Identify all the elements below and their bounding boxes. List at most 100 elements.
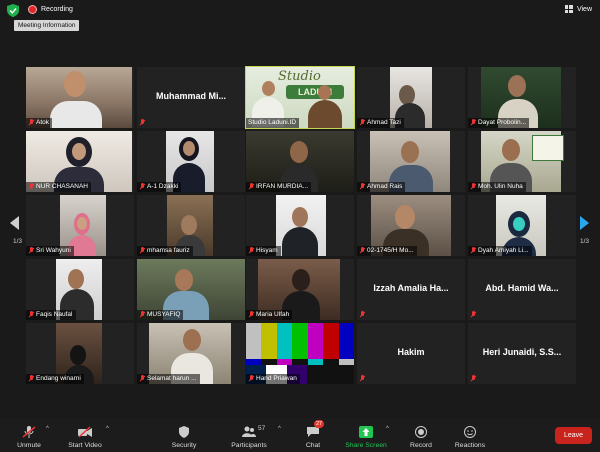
muted-mic-icon [470, 183, 476, 190]
participant-tile[interactable]: Abd. Hamid Wa... [468, 259, 576, 320]
meeting-toolbar: Unmute ^ Start Video ^ Security Particip… [0, 418, 600, 452]
recording-label: Recording [41, 6, 73, 13]
video-off-icon [78, 426, 92, 438]
chat-button[interactable]: 27 Chat [298, 418, 328, 452]
participants-icon [242, 426, 256, 437]
muted-mic-icon [248, 183, 254, 190]
participant-tile-active[interactable]: Studio LADUNI Studio Laduni.ID [245, 66, 355, 129]
unmute-button[interactable]: Unmute [10, 418, 48, 452]
security-shield-icon [179, 426, 189, 438]
participant-name: Hand Priawan [246, 374, 300, 384]
recording-indicator[interactable]: Recording [28, 5, 73, 14]
share-options-caret-icon[interactable]: ^ [386, 426, 389, 432]
muted-mic-icon [359, 247, 365, 254]
participant-name: NUR CHASANAH [26, 182, 92, 192]
participant-tile[interactable]: Selamat harun ... [137, 323, 245, 384]
reactions-button[interactable]: Reactions [450, 418, 490, 452]
participants-button[interactable]: Participants [224, 418, 274, 452]
participant-name: 02-1745/H Mo... [357, 246, 417, 256]
participant-name-placeholder: Muhammad Mi... [155, 91, 226, 101]
muted-mic-icon [28, 119, 34, 126]
shield-icon[interactable] [7, 4, 19, 17]
participant-tile[interactable]: Heri Junaidi, S.S... [468, 323, 576, 384]
participant-name: MUSYAFIQ [137, 310, 184, 320]
participant-name-placeholder: Abd. Hamid Wa... [485, 283, 559, 293]
participant-name [357, 374, 368, 384]
muted-mic-icon [248, 375, 254, 382]
participant-tile[interactable]: Hisyam [246, 195, 354, 256]
top-bar: Recording Meeting Information View [0, 0, 600, 31]
participant-tile[interactable]: Ahmad Tazi [357, 67, 465, 128]
participant-name [357, 310, 368, 320]
grid-view-icon [564, 5, 573, 13]
participant-tile[interactable]: Izzah Amalia Ha... [357, 259, 465, 320]
participant-tile[interactable]: IRFAN MURDIA... [246, 131, 354, 192]
participant-tile[interactable]: Dyah Amiyah Li... [468, 195, 576, 256]
page-indicator-right: 1/3 [579, 238, 589, 245]
participant-name [468, 374, 479, 384]
record-button[interactable]: Record [404, 418, 438, 452]
recording-dot-icon [28, 5, 37, 14]
participant-tile[interactable]: Dayat Probolin... [468, 67, 576, 128]
security-button[interactable]: Security [166, 418, 202, 452]
view-button[interactable]: View [564, 5, 592, 13]
muted-mic-icon [139, 119, 145, 126]
leave-button[interactable]: Leave [555, 427, 592, 444]
participant-name: Moh. Ulin Nuha [468, 182, 526, 192]
muted-mic-icon [139, 247, 145, 254]
participant-name: Dayat Probolin... [468, 118, 530, 128]
participant-tile[interactable]: mhamsa fauriz [137, 195, 245, 256]
participant-name-placeholder: Izzah Amalia Ha... [373, 283, 449, 293]
muted-mic-icon [28, 247, 34, 254]
chat-unread-badge: 27 [314, 420, 325, 428]
muted-mic-icon [359, 375, 365, 382]
poster-image [532, 135, 564, 161]
participant-name: Studio Laduni.ID [246, 118, 300, 128]
participant-tile[interactable]: Moh. Ulin Nuha [468, 131, 576, 192]
participant-name: Sri Wahyuni [26, 246, 74, 256]
meeting-info-tooltip: Meeting Information [14, 20, 80, 31]
participant-tile[interactable]: Ahmad Rais [357, 131, 465, 192]
participant-tile[interactable]: Hakim [357, 323, 465, 384]
muted-mic-icon [28, 311, 34, 318]
muted-mic-icon [470, 247, 476, 254]
share-screen-icon [359, 426, 373, 438]
previous-page-arrow-icon[interactable] [10, 216, 19, 230]
participant-tile[interactable]: Muhammad Mi... [137, 67, 245, 128]
laduni-logo: LADUNI [286, 85, 344, 99]
participant-name: A-1 Dzakki [137, 182, 182, 192]
next-page-arrow-icon[interactable] [580, 216, 589, 230]
participants-options-caret-icon[interactable]: ^ [278, 426, 281, 432]
video-options-caret-icon[interactable]: ^ [106, 426, 109, 432]
participant-tile[interactable]: NUR CHASANAH [26, 131, 134, 192]
participant-tile[interactable]: Maria Ulfah [246, 259, 354, 320]
muted-mic-icon [470, 311, 476, 318]
participant-tile[interactable]: A-1 Dzakki [137, 131, 245, 192]
participant-tile[interactable]: Faqis Naufal [26, 259, 134, 320]
participant-tile[interactable]: Sri Wahyuni [26, 195, 134, 256]
share-screen-button[interactable]: Share Screen [342, 418, 390, 452]
participant-tile[interactable]: Atok [26, 67, 134, 128]
participant-name: Ahmad Rais [357, 182, 406, 192]
participant-tile[interactable]: Hand Priawan [246, 323, 354, 384]
participant-tile[interactable]: MUSYAFIQ [137, 259, 245, 320]
mic-muted-icon [22, 426, 36, 438]
muted-mic-icon [470, 375, 476, 382]
muted-mic-icon [28, 375, 34, 382]
participant-name: Faqis Naufal [26, 310, 76, 320]
participant-tile[interactable]: Endang winarni [26, 323, 134, 384]
participant-name: mhamsa fauriz [137, 246, 193, 256]
start-video-button[interactable]: Start Video [62, 418, 108, 452]
muted-mic-icon [248, 311, 254, 318]
participant-name: Ahmad Tazi [357, 118, 404, 128]
participant-name: Hisyam [246, 246, 281, 256]
participant-name: IRFAN MURDIA... [246, 182, 312, 192]
participant-name: Atok [26, 118, 53, 128]
muted-mic-icon [139, 183, 145, 190]
audio-options-caret-icon[interactable]: ^ [46, 426, 49, 432]
participant-tile[interactable]: 02-1745/H Mo... [357, 195, 465, 256]
record-icon [415, 426, 427, 438]
view-label: View [576, 5, 592, 13]
participant-name: Maria Ulfah [246, 310, 293, 320]
muted-mic-icon [359, 311, 365, 318]
